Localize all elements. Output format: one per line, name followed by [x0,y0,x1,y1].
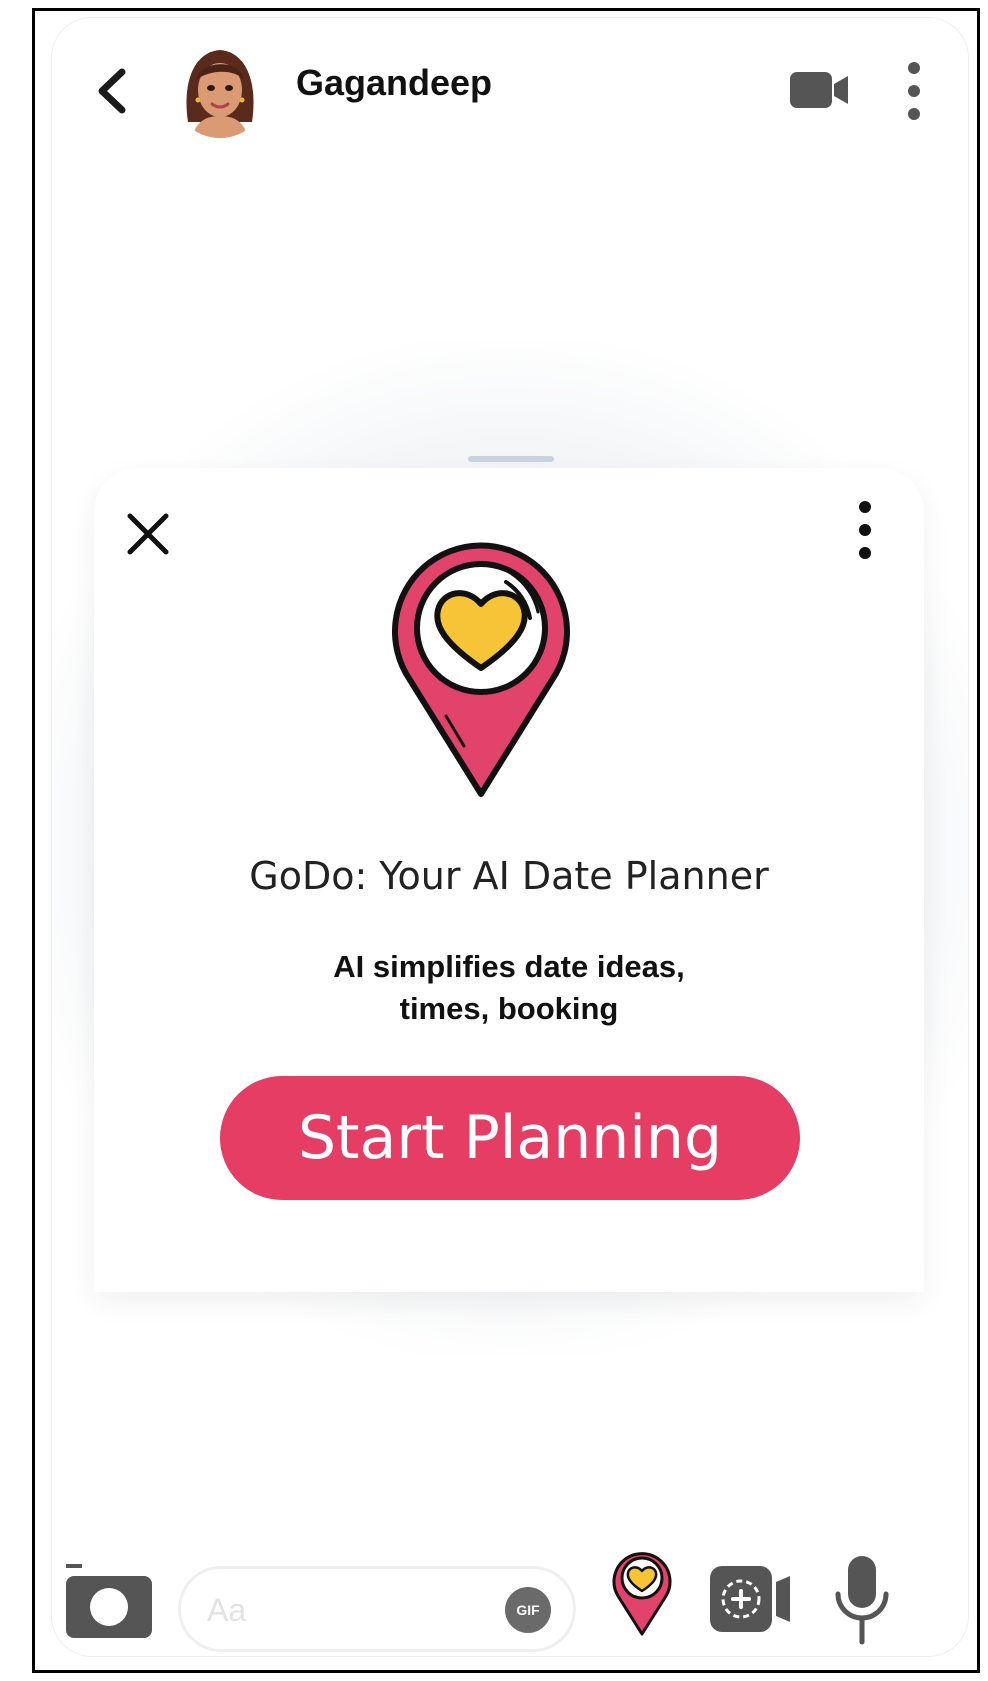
message-composer: GIF [52,1544,968,1656]
card-subtitle-line1: AI simplifies date ideas, [333,949,685,984]
contact-name[interactable]: Gagandeep [296,62,492,104]
more-vertical-icon[interactable] [902,60,926,122]
drag-handle[interactable] [468,456,554,462]
camera-icon[interactable] [66,1560,152,1642]
screen-record-icon[interactable] [710,1564,794,1634]
screen: Gagandeep GoDo: Your AI Date Planner AI … [0,0,988,1681]
heart-location-pin-icon [392,542,570,797]
heart-location-pin-icon[interactable] [612,1548,672,1638]
message-input[interactable] [205,1583,489,1637]
phone-chat-screen: Gagandeep GoDo: Your AI Date Planner AI … [52,18,968,1656]
chat-header: Gagandeep [52,18,968,162]
card-subtitle: AI simplifies date ideas, times, booking [234,946,784,1030]
close-icon[interactable] [122,508,174,560]
message-input-wrapper: GIF [178,1566,576,1652]
microphone-icon[interactable] [834,1554,890,1646]
start-planning-button[interactable]: Start Planning [220,1076,800,1200]
card-title: GoDo: Your AI Date Planner [249,854,769,898]
avatar[interactable] [172,42,268,138]
card-subtitle-line2: times, booking [399,991,619,1026]
video-camera-icon[interactable] [790,68,850,112]
date-planner-sheet: GoDo: Your AI Date Planner AI simplifies… [94,456,924,1292]
back-chevron-icon[interactable] [92,66,132,116]
gif-icon[interactable]: GIF [505,1587,551,1633]
more-vertical-icon[interactable] [854,498,876,562]
